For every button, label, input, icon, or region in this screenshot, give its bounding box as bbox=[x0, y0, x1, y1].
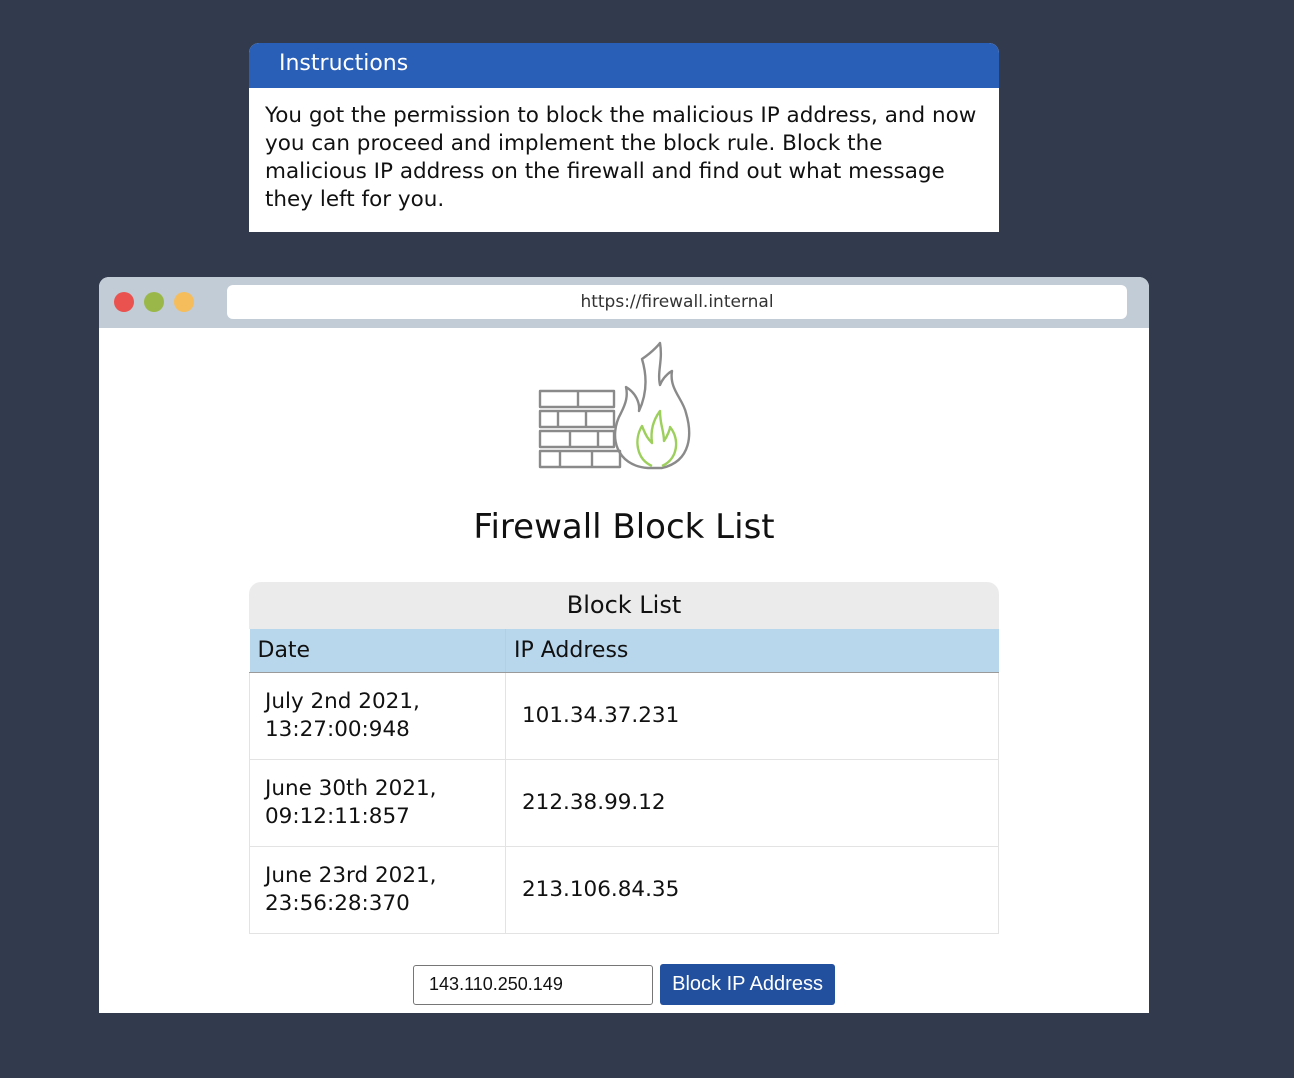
block-list-table-container: Block List Date IP Address July 2nd 2021… bbox=[249, 582, 999, 934]
block-ip-button[interactable]: Block IP Address bbox=[660, 964, 835, 1005]
minimize-window-dot[interactable] bbox=[144, 292, 164, 312]
time-line: 23:56:28:370 bbox=[265, 890, 410, 916]
time-line: 13:27:00:948 bbox=[265, 716, 410, 742]
firewall-icon bbox=[538, 341, 691, 470]
column-header-ip: IP Address bbox=[505, 629, 999, 673]
instructions-text: You got the permission to block the mali… bbox=[265, 103, 977, 212]
block-list-table: Date IP Address July 2nd 2021, 13:27:00:… bbox=[249, 629, 999, 934]
time-line: 09:12:11:857 bbox=[265, 803, 410, 829]
ip-cell: 212.38.99.12 bbox=[505, 759, 999, 847]
date-line: June 23rd 2021, bbox=[265, 862, 437, 888]
close-window-dot[interactable] bbox=[114, 292, 134, 312]
date-cell: June 30th 2021, 09:12:11:857 bbox=[249, 759, 506, 847]
date-cell: July 2nd 2021, 13:27:00:948 bbox=[249, 672, 506, 760]
instructions-panel: Instructions You got the permission to b… bbox=[249, 43, 999, 232]
url-bar[interactable]: https://firewall.internal bbox=[227, 285, 1127, 319]
column-header-date: Date bbox=[249, 629, 506, 673]
page-title: Firewall Block List bbox=[473, 507, 775, 547]
browser-window: https://firewall.internal Firewall Block… bbox=[99, 277, 1149, 1013]
table-row: July 2nd 2021, 13:27:00:948 101.34.37.23… bbox=[249, 672, 999, 760]
ip-address-input[interactable] bbox=[413, 964, 654, 1005]
maximize-window-dot[interactable] bbox=[174, 292, 194, 312]
date-cell: June 23rd 2021, 23:56:28:370 bbox=[249, 846, 506, 934]
ip-cell: 213.106.84.35 bbox=[505, 846, 999, 934]
ip-cell: 101.34.37.231 bbox=[505, 672, 999, 760]
table-row: June 23rd 2021, 23:56:28:370 213.106.84.… bbox=[249, 846, 999, 934]
date-line: July 2nd 2021, bbox=[265, 688, 420, 714]
date-line: June 30th 2021, bbox=[265, 775, 437, 801]
table-row: June 30th 2021, 09:12:11:857 212.38.99.1… bbox=[249, 759, 999, 847]
block-list-caption: Block List bbox=[249, 582, 999, 629]
block-ip-form: Block IP Address bbox=[99, 964, 1149, 1005]
browser-toolbar: https://firewall.internal bbox=[99, 277, 1149, 328]
instructions-title: Instructions bbox=[249, 43, 999, 88]
table-header-row: Date IP Address bbox=[249, 629, 999, 673]
